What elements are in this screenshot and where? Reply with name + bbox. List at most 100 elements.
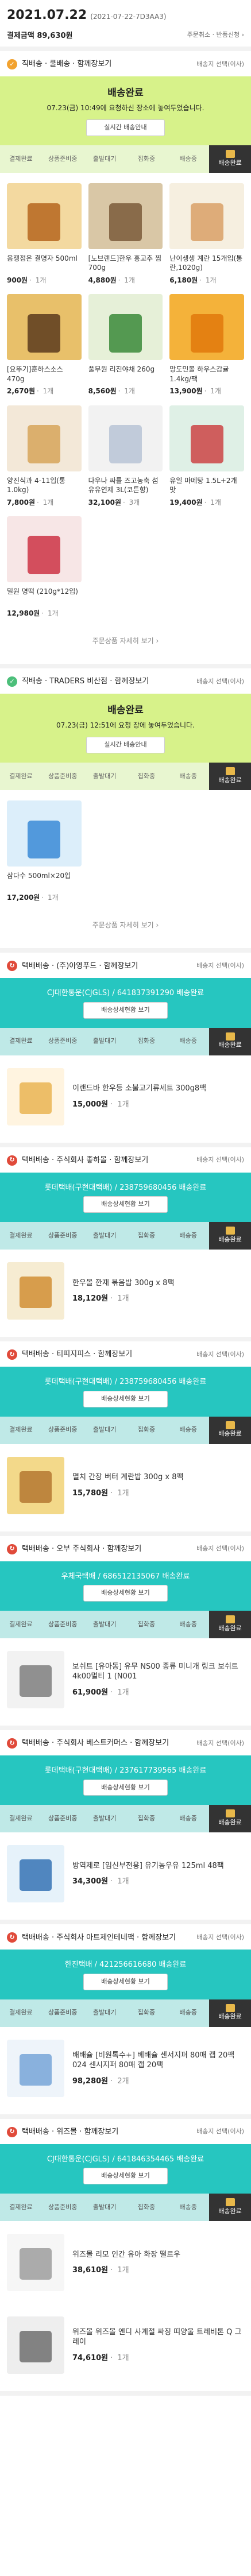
product-card[interactable]: 밀원 명떡 (210g*12입) 12,980원 · 1개 [3,516,85,627]
product-name: 난이생생 계란 15개입(통란,1020g) [169,254,243,272]
product-card[interactable]: 유일 마메탕 1.5L+2개 맛 19,400원 · 1개 [166,405,248,516]
product-image [7,1456,64,1514]
tracking-status: CJ대한통운(CJGLS) / 641846354465 배송완료 [47,2155,204,2164]
delivery-address-link[interactable]: 배송지 선택(이사) [196,962,244,970]
delivery-address-link[interactable]: 배송지 선택(이사) [196,1545,244,1553]
product-image [7,800,82,867]
product-card[interactable]: [요뚜기]훈하스소스 470g 2,670원 · 1개 [3,294,85,405]
product-card[interactable]: 다우나 싸를 즈고농축 섬유유연제 3L(코튼향) 32,100원 · 3개 [85,405,167,516]
product-card[interactable]: 풀무원 리진야채 260g 8,560원 · 1개 [85,294,167,405]
progress-step: 배송중 [167,1416,210,1444]
delivery-status: 배송완료 [107,705,144,717]
tracking-button[interactable]: 배송상세현황 보기 [83,1973,168,1990]
tracking-button[interactable]: 배송상세현황 보기 [83,1196,168,1213]
progress-step: 상품준비중 [41,1416,84,1444]
delivery-progress-steps: 결제완료 상품준비중 출발대기 집화중 배송중 배송완료 [0,1611,251,1639]
product-row[interactable]: 보쉬트 [유아동] 유무 NS00 종류 미니개 링크 보쉬트 4k00멀티 1… [0,1638,251,1721]
divider [0,948,251,953]
box-icon [225,1032,235,1041]
product-card[interactable]: [노브랜드]한우 홍고추 찜 700g 4,880원 · 1개 [85,183,167,294]
delivery-status-panel: 한진택배 / 421256616680 배송완료 배송상세현황 보기 [0,1950,251,1999]
shipment-title: 택배배송 · 주식회사 베스트커머스 · 함께장보기 [22,1739,169,1748]
product-row[interactable]: 방역제로 [임신부전용] 유기농우유 125ml 48팩 34,300원 · 1개 [0,1832,251,1915]
product-card[interactable]: 양진식과 4-11입(통1.0kg) 7,800원 · 1개 [3,405,85,516]
delivery-address-link[interactable]: 배송지 선택(이사) [196,60,244,69]
delivery-progress-steps: 결제완료 상품준비중 출발대기 집화중 배송중 배송완료 [0,1027,251,1055]
box-icon [225,767,235,776]
delivery-address-link[interactable]: 배송지 선택(이사) [196,678,244,686]
product-card[interactable]: 난이생생 계란 15개입(통란,1020g) 6,180원 · 1개 [166,183,248,294]
product-row[interactable]: 한우몰 깐재 볶음밥 300g x 8팩 18,120원 · 1개 [0,1250,251,1332]
product-image [7,516,82,582]
product-grid: 음쟁점은 결명자 500ml 900원 · 1개 [노브랜드]한우 홍고추 찜 7… [0,173,251,629]
box-icon [225,1615,235,1624]
delivery-status-panel: 롯데택배(구현대택배) / 237617739565 배송완료 배송상세현황 보기 [0,1755,251,1805]
progress-step: 결제완료 [0,1999,42,2027]
product-row[interactable]: 배배슐 [비원톡수+] 베배슐 센서지퍼 80매 캡 20팩 024 센시지퍼 … [0,2027,251,2110]
shipment-header: ✓ 직배송 · 쿨배송 · 함께장보기 배송지 선택(이사) [0,51,251,76]
product-card[interactable]: 망도민볼 하우스감귤 1.4kg/팩 13,900원 · 1개 [166,294,248,405]
progress-step: 출발대기 [83,1027,126,1055]
product-card[interactable]: 삼다수 500ml×20입 17,200원 · 1개 [3,800,85,911]
progress-step: 결제완료 [0,1222,42,1250]
shipment-header: ↻ 택배배송 · 티피지피스 · 함께장보기 배송지 선택(이사) [0,1341,251,1367]
delivery-address-link[interactable]: 배송지 선택(이사) [196,1156,244,1165]
product-name: 삼다수 500ml×20입 [7,872,71,880]
product-name: 보쉬트 [유아동] 유무 NS00 종류 미니개 링크 보쉬트 4k00멀티 1… [72,1662,238,1681]
progress-step: 출발대기 [83,2194,126,2222]
product-row[interactable]: 위즈몰 리모 인간 유아 화장 떨르우 38,610원 · 1개 [0,2221,251,2304]
tracking-button[interactable]: 실시간 배송안내 [86,737,165,754]
tracking-button[interactable]: 배송상세현황 보기 [83,1585,168,1602]
delivery-type-icon: ↻ [7,2126,17,2137]
more-products-link[interactable]: 주문상품 자세히 보기 › [0,629,251,659]
tracking-button[interactable]: 배송상세현황 보기 [83,2168,168,2185]
delivery-status-panel: 배송완료 07.23(금) 12:51에 요청 장에 놓여두었습니다. 실시간 배… [0,694,251,763]
product-row[interactable]: 위즈몰 위즈몰 엔디 사계절 싸징 띠양울 트레비톤 Q 그레이 74,610원… [0,2304,251,2387]
divider [0,1337,251,1342]
more-products-link[interactable]: 주문상품 자세히 보기 › [0,914,251,943]
delivery-address-link[interactable]: 배송지 선택(이사) [196,1933,244,1942]
shipment-title: 택배배송 · (주)아영푸드 · 함께장보기 [22,961,138,970]
product-image [169,183,244,250]
delivery-status-panel: CJ대한통운(CJGLS) / 641837391290 배송완료 배송상세현황 … [0,978,251,1028]
tracking-button[interactable]: 배송상세현황 보기 [83,1390,168,1407]
progress-step: 배송완료 [209,763,251,791]
shipment-header: ↻ 택배배송 · 위즈몰 · 함께장보기 배송지 선택(이사) [0,2119,251,2144]
delivery-progress-steps: 결제완료 상품준비중 출발대기 집화중 배송중 배송완료 [0,1416,251,1444]
product-name: 망도민볼 하우스감귤 1.4kg/팩 [169,365,229,383]
tracking-button[interactable]: 배송상세현황 보기 [83,1779,168,1796]
delivery-address-link[interactable]: 배송지 선택(이사) [196,1351,244,1359]
tracking-button[interactable]: 실시간 배송안내 [86,119,165,137]
delivery-status-panel: 우체국택배 / 686512135067 배송완료배송상세현황 보기 [0,1561,251,1611]
product-image [88,405,163,471]
product-row[interactable]: 이랜드바 한우등 소불고기류세트 300g8팩 15,000원 · 1개 [0,1055,251,1138]
product-name: 다우나 싸를 즈고농축 섬유유연제 3L(코튼향) [88,476,159,494]
shipment-1: ✓ 직배송 · TRADERS 비산점 · 함께장보기 배송지 선택(이사) 배송… [0,668,251,943]
product-name: 양진식과 4-11입(통1.0kg) [7,476,65,494]
product-name: 멸치 간장 버터 계란밥 300g x 8팩 [72,1473,184,1482]
product-image [7,1651,64,1709]
product-price: 18,120원 · 1개 [72,1294,129,1304]
product-name: 방역제로 [임신부전용] 유기농우유 125ml 48팩 [72,1861,224,1870]
product-card[interactable]: 음쟁점은 결명자 500ml 900원 · 1개 [3,183,85,294]
divider [0,1920,251,1925]
cancel-return-link[interactable]: 주문취소 · 반품신청 › [187,31,244,41]
progress-step: 배송완료 [209,1611,251,1639]
tracking-status: 롯데택배(구현대택배) / 238759680456 배송완료 [44,1378,207,1387]
delivery-address-link[interactable]: 배송지 선택(이사) [196,1739,244,1748]
progress-step: 결제완료 [0,1416,42,1444]
progress-step: 배송중 [167,1611,210,1639]
delivery-address-link[interactable]: 배송지 선택(이사) [196,2128,244,2136]
tracking-button[interactable]: 배송상세현황 보기 [83,1002,168,1019]
delivery-progress-steps: 결제완료 상품준비중 출발대기 집화중 배송중 배송완료 [0,145,251,173]
product-row[interactable]: 멸치 간장 버터 계란밥 300g x 8팩 15,780원 · 1개 [0,1444,251,1527]
product-price: 61,900원 · 1개 [72,1688,129,1697]
shipment-header: ↻ 택배배송 · 오부 주식회사 · 함께장보기 배송지 선택(이사) [0,1536,251,1561]
shipment-7: ↻ 택배배송 · 주식회사 아트제인테네팩 · 함께장보기 배송지 선택(이사)… [0,1924,251,2109]
shipment-3: ↻ 택배배송 · 주식회사 좋하몰 · 함께장보기 배송지 선택(이사) 롯데택배… [0,1147,251,1332]
shipment-5: ↻ 택배배송 · 오부 주식회사 · 함께장보기 배송지 선택(이사) 우체국택배… [0,1536,251,1721]
progress-step: 집화중 [125,1999,168,2027]
progress-step: 상품준비중 [41,763,84,791]
progress-step: 배송완료 [209,1027,251,1055]
tracking-status: 우체국택배 / 686512135067 배송완료 [61,1572,190,1581]
